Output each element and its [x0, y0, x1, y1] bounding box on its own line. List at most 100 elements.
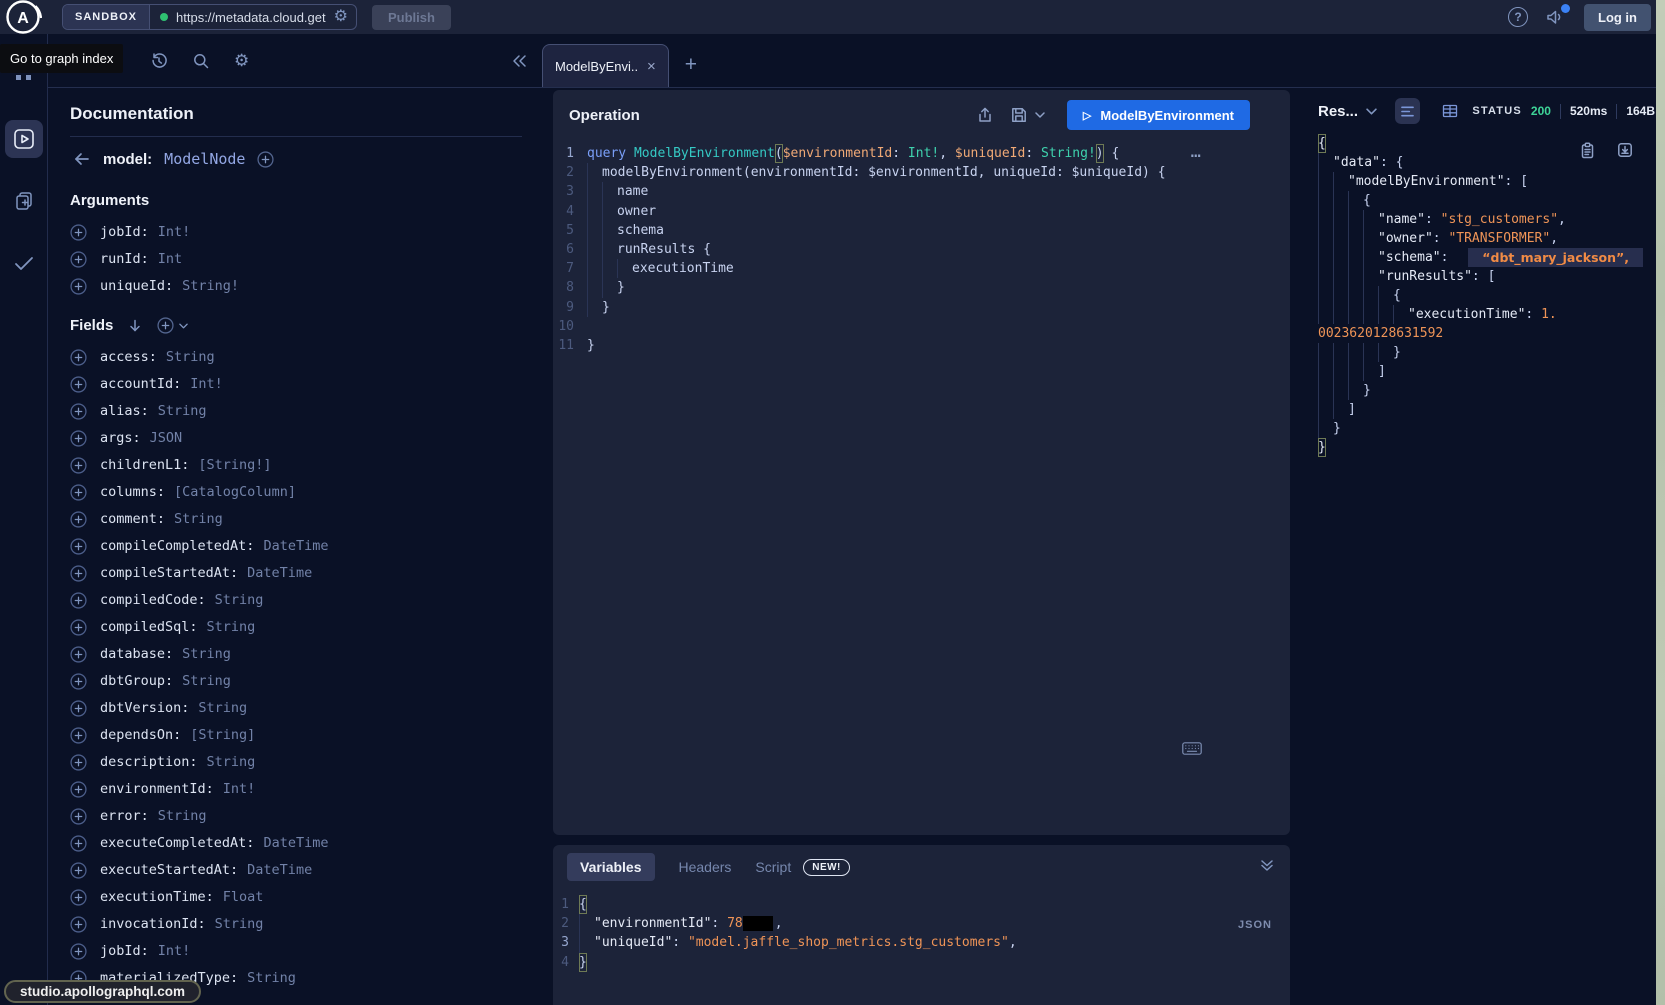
schema-field-row[interactable]: columns:[CatalogColumn] [70, 483, 522, 501]
schema-field-row[interactable]: childrenL1:[String!] [70, 456, 522, 474]
schema-field-row[interactable]: uniqueId:String! [70, 277, 522, 295]
endpoint-url-box[interactable]: https://metadata.cloud.get ⚙ [150, 5, 356, 29]
tab-close-icon[interactable]: × [647, 58, 656, 75]
operation-editor[interactable]: ⋯ 1query ModelByEnvironment($environment… [553, 140, 1290, 835]
field-type[interactable]: String [207, 619, 256, 635]
sort-fields-icon[interactable] [127, 318, 143, 334]
schema-field-row[interactable]: dbtGroup:String [70, 672, 522, 690]
checks-icon[interactable] [5, 244, 43, 282]
add-field-icon[interactable] [70, 646, 87, 663]
schema-field-row[interactable]: error:String [70, 807, 522, 825]
field-type[interactable]: String [198, 700, 247, 716]
schema-field-row[interactable]: args:JSON [70, 429, 522, 447]
field-type[interactable]: Int [158, 251, 182, 267]
schema-field-row[interactable]: environmentId:Int! [70, 780, 522, 798]
field-type[interactable]: Int! [223, 781, 256, 797]
schema-field-row[interactable]: compileCompletedAt:DateTime [70, 537, 522, 555]
field-type[interactable]: String [166, 349, 215, 365]
schema-field-row[interactable]: jobId:Int! [70, 223, 522, 241]
operation-menu-icon[interactable]: ⋯ [1191, 146, 1202, 166]
login-button[interactable]: Log in [1584, 4, 1651, 31]
schema-field-row[interactable]: description:String [70, 753, 522, 771]
table-view-toggle[interactable] [1438, 98, 1463, 124]
collapse-variables-icon[interactable] [1260, 859, 1274, 872]
announcements-megaphone-icon[interactable] [1546, 8, 1566, 26]
field-type[interactable]: String [215, 916, 264, 932]
field-type[interactable]: String! [182, 278, 239, 294]
add-field-icon[interactable] [70, 538, 87, 555]
download-response-icon[interactable] [1617, 142, 1633, 160]
add-field-icon[interactable] [70, 943, 87, 960]
field-type[interactable]: String [158, 403, 207, 419]
add-field-icon[interactable] [70, 278, 87, 295]
field-type[interactable]: Int! [190, 376, 223, 392]
field-type[interactable]: String [182, 646, 231, 662]
schema-field-row[interactable]: executionTime:Float [70, 888, 522, 906]
schema-field-row[interactable]: executeCompletedAt:DateTime [70, 834, 522, 852]
field-type[interactable]: DateTime [263, 835, 328, 851]
publish-button[interactable]: Publish [372, 5, 451, 30]
response-json-viewer[interactable]: {"data": {"modelByEnvironment": [{"name"… [1318, 134, 1655, 457]
schema-field-row[interactable]: comment:String [70, 510, 522, 528]
field-type[interactable]: String [174, 511, 223, 527]
add-field-icon[interactable] [70, 403, 87, 420]
history-icon[interactable] [150, 52, 168, 70]
help-icon[interactable]: ? [1508, 7, 1528, 27]
add-field-icon[interactable] [70, 484, 87, 501]
variables-editor[interactable]: 1{2"environmentId": 78,3"uniqueId": "mod… [553, 889, 1290, 972]
search-icon[interactable] [192, 52, 210, 70]
save-icon[interactable] [1010, 106, 1028, 124]
add-field-icon[interactable] [70, 619, 87, 636]
json-view-toggle[interactable] [1395, 98, 1420, 124]
add-field-icon[interactable] [70, 781, 87, 798]
field-type[interactable]: Float [223, 889, 264, 905]
schema-field-row[interactable]: access:String [70, 348, 522, 366]
collections-icon[interactable] [5, 182, 43, 220]
type-name-link[interactable]: ModelNode [164, 150, 245, 168]
keyboard-shortcuts-icon[interactable] [1182, 742, 1202, 755]
copy-response-icon[interactable] [1580, 142, 1595, 160]
tab-headers[interactable]: Headers [679, 859, 732, 875]
add-field-icon[interactable] [70, 700, 87, 717]
field-type[interactable]: String [247, 970, 296, 986]
add-field-icon[interactable] [70, 511, 87, 528]
field-type[interactable]: [CatalogColumn] [174, 484, 296, 500]
tab-script[interactable]: Script [755, 859, 791, 875]
field-type[interactable]: String [215, 592, 264, 608]
add-type-icon[interactable] [257, 151, 274, 168]
add-field-icon[interactable] [70, 727, 87, 744]
add-field-icon[interactable] [70, 376, 87, 393]
schema-field-row[interactable]: accountId:Int! [70, 375, 522, 393]
add-field-icon[interactable] [70, 673, 87, 690]
schema-field-row[interactable]: invocationId:String [70, 915, 522, 933]
run-operation-button[interactable]: ▷ ModelByEnvironment [1067, 100, 1250, 130]
back-arrow-icon[interactable] [72, 150, 91, 168]
field-type[interactable]: DateTime [247, 565, 312, 581]
collapse-sidebar-icon[interactable] [510, 53, 528, 69]
operation-tab[interactable]: ModelByEnvi... × [542, 44, 669, 87]
endpoint-settings-gear-icon[interactable]: ⚙ [334, 9, 348, 25]
field-type[interactable]: [String!] [198, 457, 271, 473]
add-field-icon[interactable] [70, 808, 87, 825]
schema-field-row[interactable]: database:String [70, 645, 522, 663]
schema-field-row[interactable]: jobId:Int! [70, 942, 522, 960]
field-type[interactable]: String [158, 808, 207, 824]
field-type[interactable]: DateTime [247, 862, 312, 878]
schema-field-row[interactable]: runId:Int [70, 250, 522, 268]
field-type[interactable]: DateTime [263, 538, 328, 554]
add-field-icon[interactable] [70, 754, 87, 771]
add-field-icon[interactable] [70, 565, 87, 582]
save-dropdown-chevron-icon[interactable] [1035, 112, 1045, 118]
add-field-icon[interactable] [70, 430, 87, 447]
schema-field-row[interactable]: dependsOn:[String] [70, 726, 522, 744]
field-type[interactable]: String [182, 673, 231, 689]
add-field-icon[interactable] [70, 916, 87, 933]
schema-field-row[interactable]: dbtVersion:String [70, 699, 522, 717]
apollo-logo[interactable]: A [4, 0, 42, 35]
settings-gear-icon[interactable]: ⚙ [234, 52, 249, 69]
add-field-icon[interactable] [70, 251, 87, 268]
add-field-icon[interactable] [70, 224, 87, 241]
add-field-icon[interactable] [70, 592, 87, 609]
endpoint-url-input[interactable]: https://metadata.cloud.get [176, 10, 326, 25]
add-field-icon[interactable] [70, 862, 87, 879]
